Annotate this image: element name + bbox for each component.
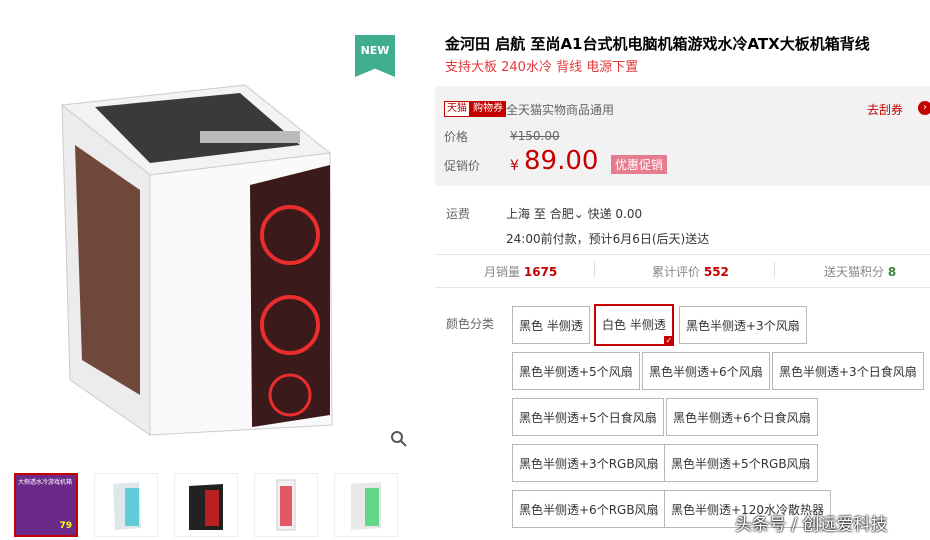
color-option[interactable]: 黑色半侧透+3个风扇	[679, 306, 807, 344]
promo-currency: ¥	[510, 158, 519, 174]
divider	[774, 262, 775, 277]
ship-from: 上海	[506, 207, 531, 221]
thumbnail-2[interactable]	[94, 473, 158, 537]
color-option[interactable]: 黑色半侧透+3个日食风扇	[772, 352, 924, 390]
color-option[interactable]: 黑色半侧透+5个RGB风扇	[664, 444, 818, 482]
main-product-image[interactable]	[0, 35, 414, 453]
product-title: 金河田 启航 至尚A1台式机电脑机箱游戏水冷ATX大板机箱背线	[445, 35, 870, 53]
original-price: ¥150.00	[510, 129, 560, 143]
thumbnail-3[interactable]	[174, 473, 238, 537]
shipping-label: 运费	[446, 207, 471, 221]
promo-price-label: 促销价	[444, 159, 481, 173]
check-icon: ✓	[663, 336, 674, 346]
watermark: 头条号 / 创远爱科技	[735, 515, 888, 535]
product-subtitle: 支持大板 240水冷 背线 电源下置	[445, 60, 639, 75]
get-coupon-link[interactable]: 去刮券	[867, 101, 903, 118]
ship-to-word: 至	[533, 207, 546, 221]
ship-to-select[interactable]: 合肥⌄	[550, 207, 584, 221]
color-option-selected[interactable]: 白色 半侧透 ✓	[594, 304, 674, 346]
shipping-eta: 24:00前付款，预计6月6日(后天)送达	[506, 232, 710, 246]
price-label: 价格	[444, 130, 469, 144]
promo-tag: 优惠促销	[611, 155, 668, 174]
color-option[interactable]: 黑色半侧透+3个RGB风扇	[512, 444, 666, 482]
thumbnail-1-price: 79	[59, 521, 72, 531]
coupon-description: 全天猫实物商品通用	[506, 103, 615, 117]
promo-price: 89.00	[524, 146, 599, 176]
monthly-sales: 月销量 1675	[484, 265, 558, 279]
thumbnail-strip: 大侧透水冷游戏机箱 79	[0, 465, 414, 538]
divider	[435, 287, 930, 288]
color-option[interactable]: 黑色半侧透+6个RGB风扇	[512, 490, 666, 528]
color-option[interactable]: 黑色 半侧透	[512, 306, 590, 344]
tmall-tag-label: 天猫	[444, 101, 470, 117]
thumbnail-4[interactable]	[254, 473, 318, 537]
color-options-label: 颜色分类	[446, 317, 495, 331]
tmall-points: 送天猫积分 8	[824, 265, 897, 279]
divider	[594, 262, 595, 277]
chevron-down-icon: ⌄	[573, 207, 584, 221]
color-option[interactable]: 黑色半侧透+5个风扇	[512, 352, 640, 390]
tmall-coupon-tag: 天猫 购物券	[444, 101, 506, 117]
shipping-route: 上海 至 合肥⌄ 快递 0.00	[506, 205, 642, 222]
ship-express: 快递 0.00	[587, 207, 643, 221]
zoom-icon[interactable]	[390, 430, 410, 450]
color-option[interactable]: 黑色半侧透+5个日食风扇	[512, 398, 664, 436]
review-count[interactable]: 累计评价 552	[652, 263, 729, 280]
color-option[interactable]: 黑色半侧透+6个日食风扇	[666, 398, 818, 436]
thumbnail-1-text: 大侧透水冷游戏机箱	[18, 479, 73, 486]
coupon-arrow-icon[interactable]: ›	[918, 101, 930, 115]
thumbnail-1[interactable]: 大侧透水冷游戏机箱 79	[14, 473, 78, 537]
divider	[435, 254, 930, 255]
coupon-tag-label: 购物券	[470, 101, 506, 117]
color-option[interactable]: 黑色半侧透+6个风扇	[642, 352, 770, 390]
thumbnail-5[interactable]	[334, 473, 398, 537]
